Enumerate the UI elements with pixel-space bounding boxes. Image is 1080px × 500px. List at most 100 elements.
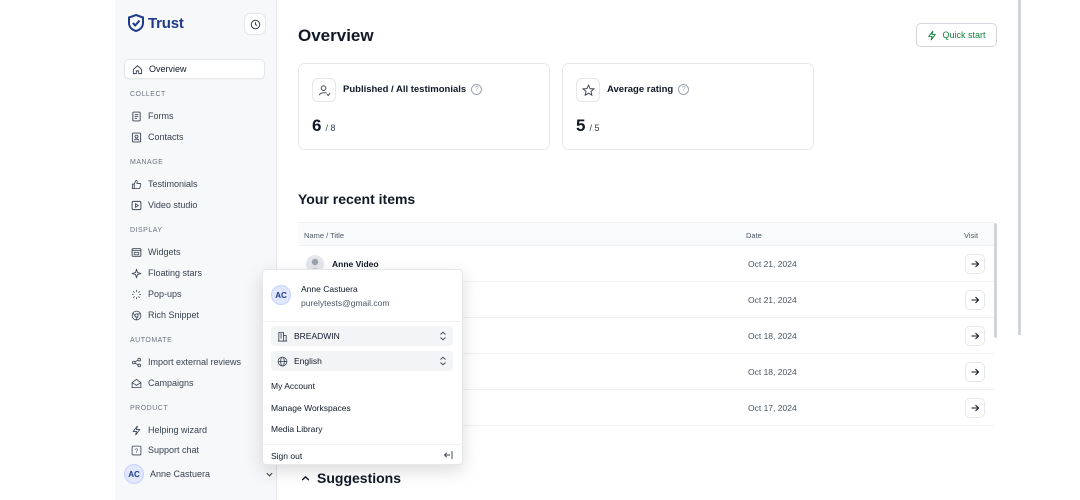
workspace-select[interactable]: BREADWIN xyxy=(271,326,453,346)
user-menu-trigger[interactable]: AC Anne Castuera xyxy=(124,463,274,485)
column-header-visit: Visit xyxy=(964,231,979,240)
help-icon[interactable]: ? xyxy=(471,84,483,95)
visit-button[interactable] xyxy=(965,290,985,310)
divider xyxy=(263,444,464,445)
avatar: AC xyxy=(124,464,144,484)
arrow-right-icon xyxy=(971,368,980,376)
stat-card-testimonials: Published / All testimonials ? 6 / 8 xyxy=(298,63,550,150)
sign-out-button[interactable]: Sign out xyxy=(271,451,302,461)
arrow-right-icon xyxy=(971,260,980,268)
suggestions-title: Suggestions xyxy=(317,470,402,486)
sidebar-item-widgets[interactable]: Widgets xyxy=(124,242,265,262)
sidebar-item-helping-wizard[interactable]: Helping wizard xyxy=(124,420,265,440)
visit-button[interactable] xyxy=(965,254,985,274)
sidebar-item-campaigns[interactable]: Campaigns xyxy=(124,373,265,393)
contact-card-icon xyxy=(131,132,142,142)
stat-label-text: Published / All testimonials xyxy=(343,84,467,95)
chrome-icon xyxy=(131,310,142,320)
visit-button[interactable] xyxy=(965,362,985,382)
my-account-link[interactable]: My Account xyxy=(271,381,315,391)
sidebar-item-support-chat[interactable]: ? Support chat xyxy=(124,441,265,457)
sidebar-item-label: Helping wizard xyxy=(148,425,208,435)
sidebar-item-label: Widgets xyxy=(148,247,181,257)
stat-card-rating: Average rating ? 5 / 5 xyxy=(562,63,814,150)
lightning-icon xyxy=(928,30,937,40)
stat-label: Published / All testimonials ? xyxy=(343,84,483,95)
clock-icon xyxy=(250,19,260,29)
sidebar-item-label: Forms xyxy=(148,111,174,121)
manage-workspaces-link[interactable]: Manage Workspaces xyxy=(271,403,351,413)
divider xyxy=(263,321,464,322)
sidebar-item-testimonials[interactable]: Testimonials xyxy=(124,174,265,194)
section-label-automate: AUTOMATE xyxy=(130,337,173,344)
user-menu-popup: AC Anne Castuera purelytests@gmail.com B… xyxy=(262,269,464,465)
svg-text:?: ? xyxy=(135,448,139,455)
user-check-icon xyxy=(312,78,336,102)
logout-icon[interactable] xyxy=(443,450,453,460)
section-label-display: DISPLAY xyxy=(130,227,163,234)
stat-number: 5 xyxy=(576,116,586,135)
section-label-manage: MANAGE xyxy=(130,159,164,166)
sidebar-item-label: Support chat xyxy=(148,445,200,455)
sidebar-item-contacts[interactable]: Contacts xyxy=(124,127,265,147)
visit-button[interactable] xyxy=(965,326,985,346)
sidebar-item-label: Contacts xyxy=(148,132,184,142)
share-icon xyxy=(131,357,142,367)
thumbs-up-icon xyxy=(131,179,142,189)
sidebar: Trust Overview COLLECT Forms Contacts MA… xyxy=(115,0,277,500)
brand-logo[interactable]: Trust xyxy=(128,14,184,32)
chevron-up-icon xyxy=(301,475,310,481)
column-header-date: Date xyxy=(746,231,762,240)
home-icon xyxy=(132,64,143,74)
page-title: Overview xyxy=(298,26,374,45)
sidebar-item-label: Import external reviews xyxy=(148,357,242,367)
table-scrollbar[interactable] xyxy=(994,223,997,338)
language-select[interactable]: English xyxy=(271,351,453,371)
row-date: Oct 17, 2024 xyxy=(748,403,797,413)
star-icon xyxy=(576,78,600,102)
sidebar-item-popups[interactable]: Pop-ups xyxy=(124,284,265,304)
table-header: Name / Title Date Visit xyxy=(298,222,994,246)
brand-name: Trust xyxy=(148,14,184,32)
visit-button[interactable] xyxy=(965,398,985,418)
sidebar-item-label: Video studio xyxy=(148,200,198,210)
quick-start-button[interactable]: Quick start xyxy=(916,23,997,47)
stat-value: 6 / 8 xyxy=(312,116,335,136)
sidebar-item-overview[interactable]: Overview xyxy=(124,59,265,79)
section-label-product: PRODUCT xyxy=(130,405,169,412)
widget-icon xyxy=(131,247,142,257)
language-value: English xyxy=(294,356,322,366)
sidebar-item-label: Rich Snippet xyxy=(148,310,200,320)
help-square-icon: ? xyxy=(131,445,142,456)
sidebar-item-video-studio[interactable]: Video studio xyxy=(124,195,265,215)
mail-open-icon xyxy=(131,378,142,388)
sidebar-item-floating-stars[interactable]: Floating stars xyxy=(124,263,265,283)
arrow-right-icon xyxy=(971,296,980,304)
stat-label: Average rating ? xyxy=(607,84,690,95)
user-name: Anne Castuera xyxy=(150,469,211,479)
quick-start-label: Quick start xyxy=(942,30,986,40)
sidebar-item-label: Campaigns xyxy=(148,378,194,388)
arrow-right-icon xyxy=(971,404,980,412)
stat-total: / 8 xyxy=(325,123,336,133)
chevron-down-icon xyxy=(266,472,273,477)
shield-check-icon xyxy=(128,14,144,32)
avatar: AC xyxy=(271,285,291,305)
stat-number: 6 xyxy=(312,116,322,135)
media-library-link[interactable]: Media Library xyxy=(271,424,323,434)
sidebar-item-forms[interactable]: Forms xyxy=(124,106,265,126)
row-date: Oct 21, 2024 xyxy=(748,259,797,269)
row-name: Anne Video xyxy=(332,259,379,269)
suggestions-toggle[interactable]: Suggestions xyxy=(300,470,401,486)
play-icon xyxy=(131,200,142,210)
history-button[interactable] xyxy=(244,13,266,35)
building-icon xyxy=(277,331,288,341)
sidebar-item-import-reviews[interactable]: Import external reviews xyxy=(124,352,265,372)
row-date: Oct 21, 2024 xyxy=(748,295,797,305)
page-scrollbar[interactable] xyxy=(1018,0,1021,335)
help-icon[interactable]: ? xyxy=(678,84,690,95)
stat-total: / 5 xyxy=(589,123,600,133)
sidebar-item-rich-snippet[interactable]: Rich Snippet xyxy=(124,305,265,325)
document-icon xyxy=(132,111,141,121)
sidebar-item-label: Pop-ups xyxy=(148,289,182,299)
